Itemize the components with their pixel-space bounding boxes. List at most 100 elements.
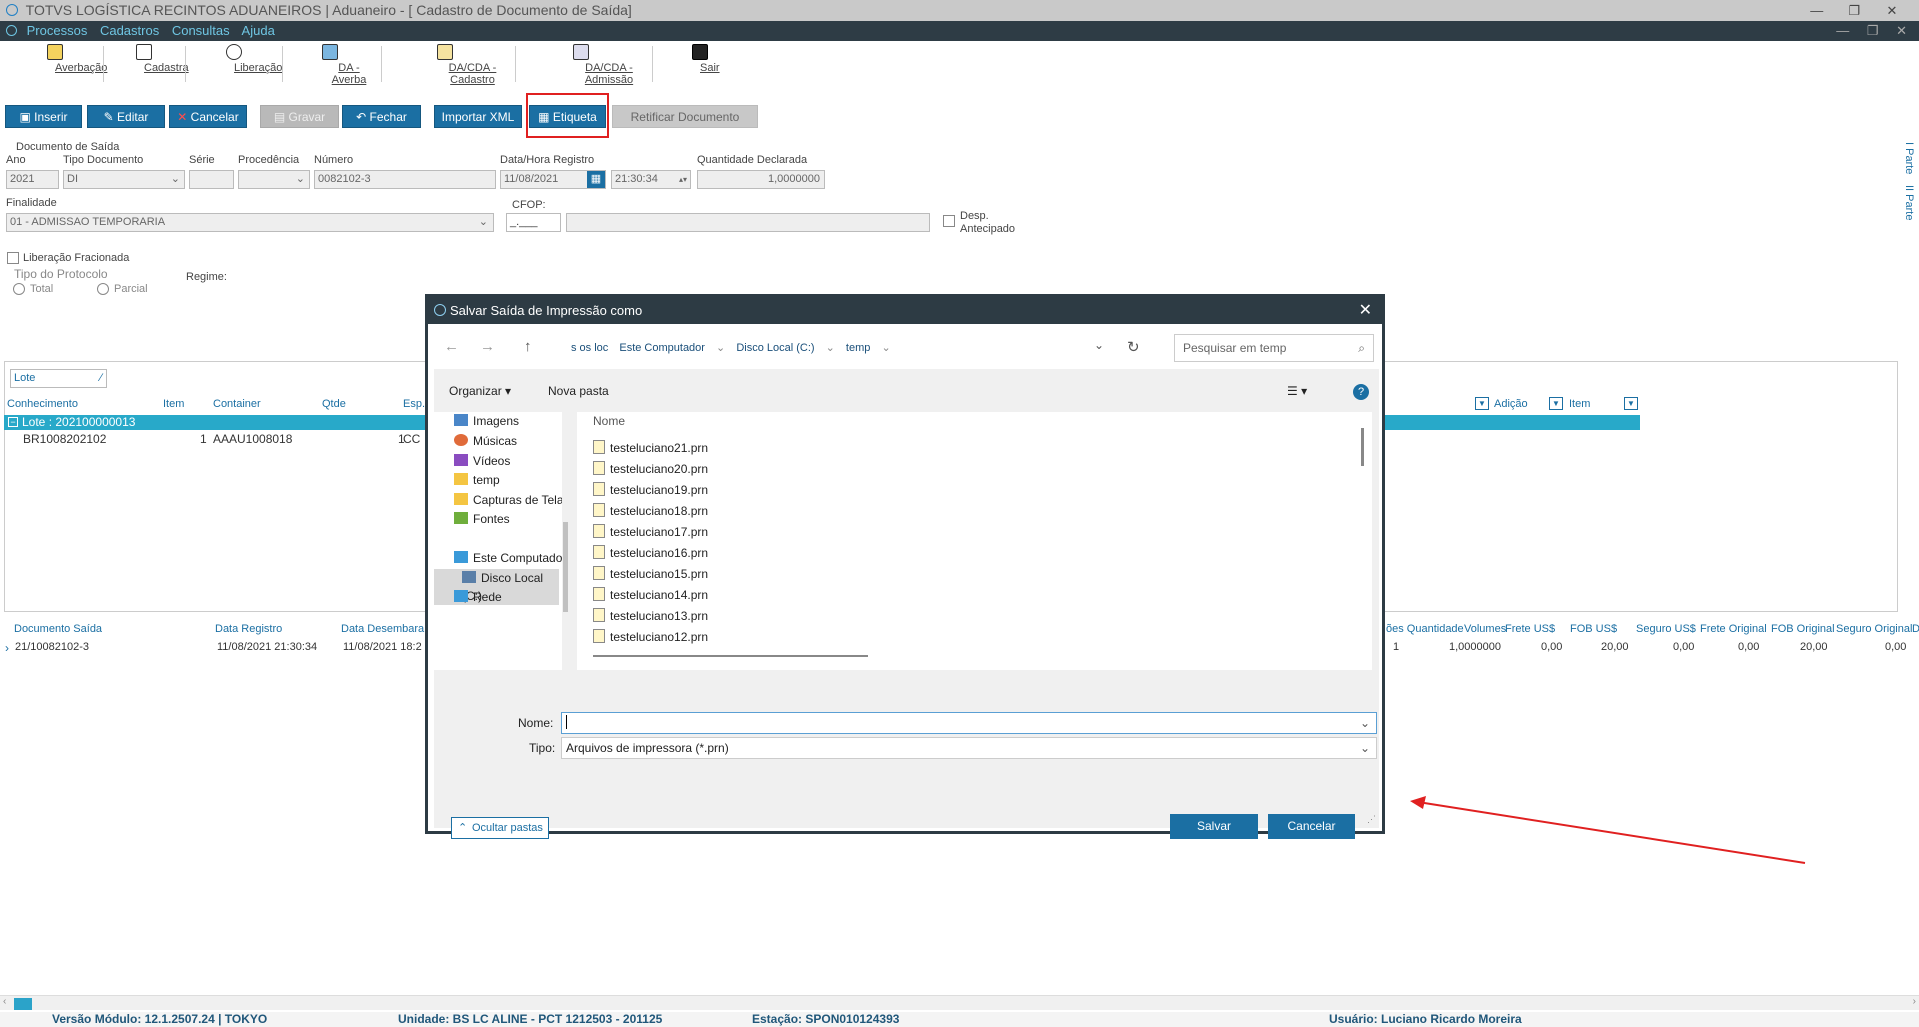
nav-musicas[interactable]: Músicas: [454, 432, 517, 450]
cell-documento-saida[interactable]: 21/10082102-3: [15, 641, 89, 653]
help-icon[interactable]: ?: [1353, 384, 1369, 400]
close-button[interactable]: ✕: [1875, 0, 1909, 21]
data-registro-field[interactable]: 11/08/2021 ▦: [500, 170, 606, 189]
horizontal-scrollbar[interactable]: ‹ ›: [0, 995, 1919, 1010]
chevron-down-icon[interactable]: ⌄: [1360, 713, 1370, 733]
mdi-close-button[interactable]: ✕: [1896, 23, 1907, 38]
col-quantidade[interactable]: ões Quantidade: [1386, 623, 1464, 635]
spinner-icon[interactable]: ▴▾: [679, 171, 687, 188]
cancelar-button[interactable]: ✕ Cancelar: [169, 105, 247, 128]
tab-ii-parte[interactable]: II Parte: [1903, 185, 1915, 220]
filename-input[interactable]: ⌄: [561, 712, 1377, 734]
tipo-documento-select[interactable]: DI ⌄: [63, 170, 185, 189]
file-vscroll-thumb[interactable]: [1361, 428, 1364, 466]
up-arrow-icon[interactable]: ↑: [524, 338, 532, 355]
col-d[interactable]: D: [1912, 623, 1919, 635]
cfop-field[interactable]: _.___: [506, 213, 561, 232]
gravar-button[interactable]: ▤ Gravar: [260, 105, 339, 128]
col-container[interactable]: Container: [213, 398, 261, 410]
fechar-button[interactable]: ↶ Fechar: [342, 105, 421, 128]
cancel-button[interactable]: Cancelar: [1268, 814, 1355, 839]
col-item[interactable]: Item: [163, 398, 184, 410]
scroll-right-icon[interactable]: ›: [1913, 996, 1916, 1007]
file-item[interactable]: testeluciano12.prn: [593, 629, 708, 645]
editar-button[interactable]: ✎ Editar: [87, 105, 165, 128]
address-history-icon[interactable]: ⌄: [1094, 338, 1104, 352]
desp-antecipado-checkbox[interactable]: [943, 215, 955, 227]
mdi-minimize-button[interactable]: —: [1836, 23, 1849, 38]
lote-filter[interactable]: Lote ∕: [10, 369, 107, 388]
file-item[interactable]: testeluciano20.prn: [593, 461, 708, 477]
filter-icon[interactable]: ▼: [1475, 397, 1489, 410]
nav-este-computador[interactable]: Este Computador: [454, 549, 566, 567]
file-item[interactable]: testeluciano17.prn: [593, 524, 708, 540]
minimize-button[interactable]: —: [1800, 0, 1834, 21]
col-documento-saida[interactable]: Documento Saída: [14, 623, 102, 635]
scroll-thumb[interactable]: [14, 998, 32, 1010]
organize-button[interactable]: Organizar ▾: [449, 378, 511, 404]
nav-capturas[interactable]: Capturas de Tela: [454, 491, 564, 509]
numero-field[interactable]: 0082102-3: [314, 170, 496, 189]
file-item[interactable]: testeluciano18.prn: [593, 503, 708, 519]
retificar-documento-button[interactable]: Retificar Documento: [612, 105, 758, 128]
procedencia-select[interactable]: ⌄: [238, 170, 310, 189]
nav-scrollbar[interactable]: [562, 412, 569, 670]
file-item[interactable]: testeluciano14.prn: [593, 587, 708, 603]
file-item[interactable]: testeluciano21.prn: [593, 440, 708, 456]
column-nome[interactable]: Nome: [593, 414, 625, 428]
menu-ajuda[interactable]: Ajuda: [242, 23, 275, 38]
toolbar-da-cda-admissao[interactable]: DA/CDA - Admissão: [525, 44, 637, 86]
quantidade-declarada-field[interactable]: 1,0000000: [697, 170, 825, 189]
breadcrumb-1[interactable]: Este Computador: [619, 342, 705, 354]
nav-rede[interactable]: Rede: [454, 588, 502, 606]
file-item[interactable]: testeluciano19.prn: [593, 482, 708, 498]
col-fob-us[interactable]: FOB US$: [1570, 623, 1617, 635]
toolbar-sair[interactable]: Sair: [680, 44, 720, 84]
menu-cadastros[interactable]: Cadastros: [100, 23, 159, 38]
collapse-icon[interactable]: −: [8, 417, 18, 427]
col-esp[interactable]: Esp.: [403, 398, 425, 410]
nav-imagens[interactable]: Imagens: [454, 412, 519, 430]
mdi-restore-button[interactable]: ❐: [1867, 23, 1879, 38]
resize-grip-icon[interactable]: ⋰: [1367, 814, 1376, 825]
col-adicao[interactable]: Adição: [1494, 398, 1528, 410]
toolbar-da-averba[interactable]: DA - Averba: [292, 44, 368, 86]
file-item[interactable]: testeluciano16.prn: [593, 545, 708, 561]
view-options-icon[interactable]: ☰ ▾: [1287, 378, 1307, 404]
hide-folders-button[interactable]: ⌃ Ocultar pastas: [451, 817, 549, 839]
col-seguro-original[interactable]: Seguro Original: [1836, 623, 1912, 635]
refresh-icon[interactable]: ↻: [1127, 338, 1140, 356]
forward-arrow-icon[interactable]: →: [480, 338, 495, 355]
restore-button[interactable]: ❐: [1837, 0, 1871, 21]
nav-fontes[interactable]: Fontes: [454, 510, 510, 528]
hora-registro-field[interactable]: 21:30:34 ▴▾: [611, 170, 691, 189]
toolbar-averbacao[interactable]: Averbação: [20, 44, 107, 84]
filetype-select[interactable]: Arquivos de impressora (*.prn) ⌄: [561, 737, 1377, 759]
col-data-desembaraco[interactable]: Data Desembara: [341, 623, 424, 635]
menu-processos[interactable]: Processos: [27, 23, 88, 38]
breadcrumb-0[interactable]: s os loc: [571, 342, 608, 354]
col-frete-original[interactable]: Frete Original: [1700, 623, 1767, 635]
file-item[interactable]: testeluciano15.prn: [593, 566, 708, 582]
breadcrumb-3[interactable]: temp: [846, 342, 870, 354]
toolbar-liberacao[interactable]: Liberação: [200, 44, 282, 84]
file-hscroll-thumb[interactable]: [593, 655, 868, 657]
new-folder-button[interactable]: Nova pasta: [548, 378, 609, 404]
ano-field[interactable]: 2021: [6, 170, 59, 189]
nav-temp[interactable]: temp: [454, 471, 500, 489]
nav-scroll-thumb[interactable]: [563, 522, 568, 612]
col-fob-original[interactable]: FOB Original: [1771, 623, 1835, 635]
address-bar[interactable]: s os loc Este Computador ⌄ Disco Local (…: [571, 334, 1124, 362]
col-item-right[interactable]: Item: [1569, 398, 1590, 410]
search-input[interactable]: Pesquisar em temp ⌕: [1174, 334, 1374, 362]
parcial-radio[interactable]: [97, 283, 109, 295]
col-qtde[interactable]: Qtde: [322, 398, 346, 410]
liberacao-fracionada-checkbox[interactable]: [7, 252, 19, 264]
menu-consultas[interactable]: Consultas: [172, 23, 230, 38]
col-conhecimento[interactable]: Conhecimento: [7, 398, 78, 410]
serie-field[interactable]: [189, 170, 234, 189]
scroll-left-icon[interactable]: ‹: [3, 996, 6, 1007]
col-seguro-us[interactable]: Seguro US$: [1636, 623, 1696, 635]
save-button[interactable]: Salvar: [1170, 814, 1258, 839]
total-radio[interactable]: [13, 283, 25, 295]
